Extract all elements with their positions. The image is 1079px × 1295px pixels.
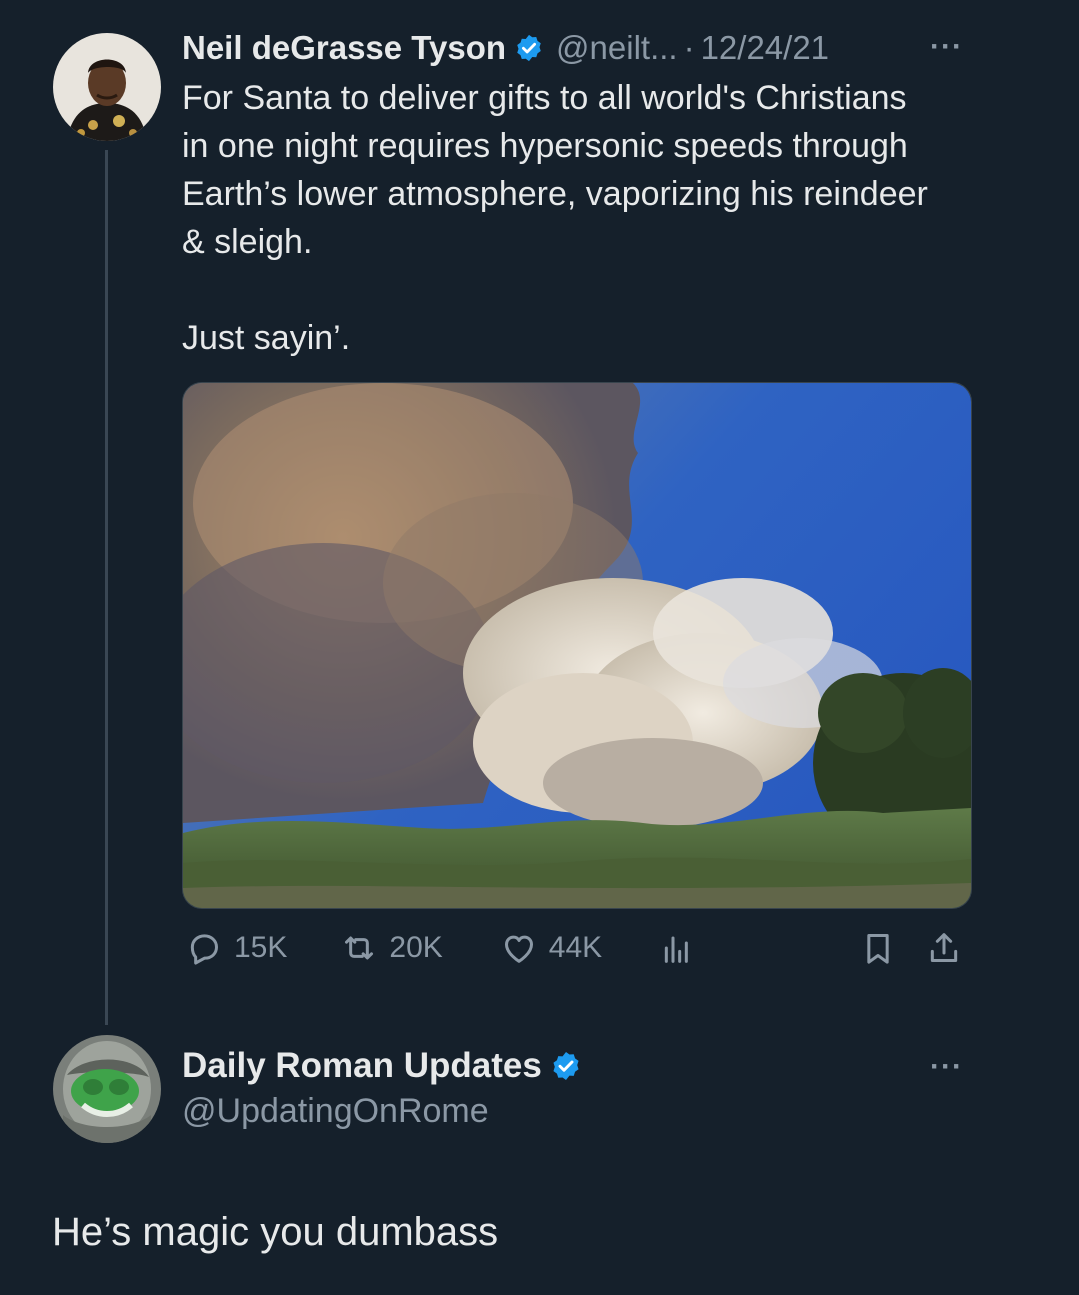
author-avatar[interactable]: [53, 33, 161, 141]
more-options-icon[interactable]: ···: [930, 30, 963, 64]
views-button[interactable]: [658, 928, 698, 968]
retweet-count: 20K: [389, 931, 443, 964]
reply-count: 15K: [234, 931, 288, 964]
author-handle[interactable]: @neilt...: [556, 29, 678, 67]
reply-more-options-icon[interactable]: ···: [930, 1050, 963, 1084]
reply-header: Daily Roman Updates: [182, 1046, 582, 1086]
like-count: 44K: [548, 931, 603, 964]
tweet-text-paragraph: For Santa to deliver gifts to all world'…: [182, 79, 928, 261]
views-icon: [665, 936, 689, 963]
tweet-header: Neil deGrasse Tyson @neilt... · 12/24/21: [182, 28, 829, 68]
tweet-text-paragraph: Just sayin’.: [182, 319, 351, 357]
separator-dot: ·: [683, 29, 695, 66]
reply-author-handle[interactable]: @UpdatingOnRome: [182, 1092, 489, 1131]
verified-badge-icon: [514, 33, 544, 63]
reply-icon: [190, 934, 218, 965]
retweet-button[interactable]: 20K: [339, 928, 443, 968]
tweet-date[interactable]: 12/24/21: [701, 29, 829, 67]
author-name[interactable]: Neil deGrasse Tyson: [182, 29, 506, 67]
tweet-action-bar: 15K 20K 44K: [182, 920, 972, 976]
share-button[interactable]: [924, 928, 964, 968]
reply-author-avatar[interactable]: [53, 1035, 161, 1143]
reply-text: He’s magic you dumbass: [52, 1210, 499, 1254]
reply-author-name[interactable]: Daily Roman Updates: [182, 1046, 542, 1086]
retweet-icon: [345, 936, 374, 960]
like-button[interactable]: 44K: [499, 928, 602, 968]
reply-button[interactable]: 15K: [184, 928, 287, 968]
like-icon: [504, 935, 533, 963]
share-icon: [930, 933, 958, 962]
bookmark-button[interactable]: [858, 928, 898, 968]
verified-badge-icon: [550, 1050, 582, 1082]
tweet-text: For Santa to deliver gifts to all world'…: [182, 74, 942, 362]
thread-line: [105, 150, 108, 1025]
bookmark-icon: [867, 934, 889, 964]
tweet-media-image[interactable]: [182, 382, 972, 909]
